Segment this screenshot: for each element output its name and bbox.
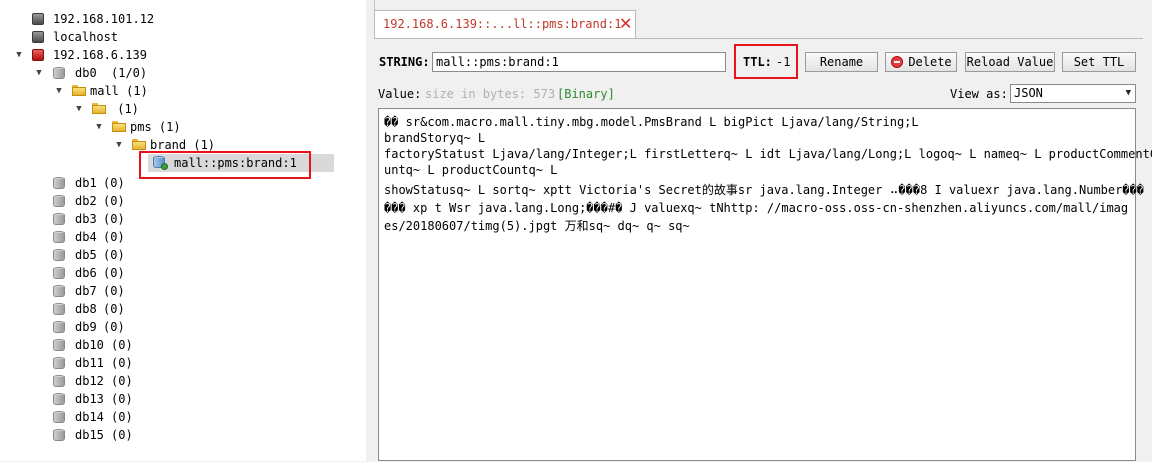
db-label: db15 [75, 428, 104, 442]
db-count: (0) [103, 194, 125, 208]
chevron-down-icon[interactable]: ▼ [114, 136, 124, 154]
db-label: db3 [75, 212, 97, 226]
db-count: (0) [111, 356, 133, 370]
db-label: db10 [75, 338, 104, 352]
set-ttl-button[interactable]: Set TTL [1062, 52, 1136, 72]
reload-value-button[interactable]: Reload Value [965, 52, 1055, 72]
value-line: ��� xp t Wsr java.lang.Long;���#� J valu… [384, 201, 1129, 215]
db-label: db4 [75, 230, 97, 244]
db-label: db1 [75, 176, 97, 190]
db-label: db11 [75, 356, 104, 370]
value-line: showStatusq~ L sortq~ xptt Victoria's Se… [384, 183, 1145, 197]
key-type-label: STRING: [379, 55, 430, 69]
database-icon [53, 339, 65, 351]
database-icon [53, 267, 65, 279]
db-label: db12 [75, 374, 104, 388]
chevron-down-icon[interactable]: ▼ [54, 82, 64, 100]
db-label: db7 [75, 284, 97, 298]
close-icon[interactable]: ✕ [619, 16, 635, 32]
db-label: db5 [75, 248, 97, 262]
db-count: (0) [111, 392, 133, 406]
db-label: db2 [75, 194, 97, 208]
db-count: (0) [103, 176, 125, 190]
value-line: brandStoryq~ L [384, 131, 486, 145]
db-count: (0) [103, 230, 125, 244]
database-icon [53, 177, 65, 189]
delete-button[interactable]: Delete [885, 52, 957, 72]
folder-icon [132, 139, 146, 150]
chevron-down-icon[interactable]: ▼ [34, 64, 44, 82]
db-count: (0) [103, 284, 125, 298]
database-icon [53, 67, 65, 79]
view-as-select[interactable]: JSON ▼ [1010, 84, 1136, 103]
db-count: (0) [111, 374, 133, 388]
view-as-value: JSON [1014, 86, 1043, 100]
database-icon [53, 429, 65, 441]
server-icon [32, 31, 44, 43]
database-icon [53, 303, 65, 315]
db-count: (0) [111, 428, 133, 442]
chevron-down-icon[interactable]: ▼ [14, 46, 24, 64]
tab-label: 192.168.6.139::...ll::pms:brand:1 [383, 17, 622, 31]
db-count: (1/0) [111, 66, 148, 80]
chevron-down-icon[interactable]: ▼ [74, 100, 84, 118]
db-count: (0) [103, 302, 125, 316]
db-label: db9 [75, 320, 97, 334]
db-label: db6 [75, 266, 97, 280]
db-label: db14 [75, 410, 104, 424]
value-line: es/20180607/timg(5).jpgt 万和sq~ dq~ q~ sq… [384, 219, 690, 233]
value-line: untq~ L productCountq~ L [384, 163, 558, 177]
db-label: db0 [75, 66, 97, 80]
db-count: (0) [103, 248, 125, 262]
db-count: (0) [103, 266, 125, 280]
server-icon [32, 49, 44, 61]
node-label: mall (1) [90, 84, 148, 98]
delete-icon [891, 56, 903, 68]
value-label: Value: [378, 87, 422, 101]
db-label: db8 [75, 302, 97, 316]
value-line: �� sr&com.macro.mall.tiny.mbg.model.PmsB… [384, 115, 919, 129]
folder-icon [112, 121, 126, 132]
node-label: pms (1) [130, 120, 181, 134]
binary-tag: [Binary] [557, 87, 615, 101]
tree-server-label: localhost [53, 30, 119, 44]
highlight-box-key [139, 151, 311, 179]
rename-button[interactable]: Rename [805, 52, 878, 72]
view-as-label: View as: [950, 87, 1008, 101]
database-icon [53, 357, 65, 369]
connection-tree: 192.168.101.12 localhost ▼ 192.168.6.139… [0, 0, 367, 461]
db-count: (0) [111, 338, 133, 352]
database-icon [53, 195, 65, 207]
tree-server-label: 192.168.101.12 [53, 12, 155, 26]
tab-key-view[interactable]: 192.168.6.139::...ll::pms:brand:1 ✕ [374, 10, 636, 38]
database-icon [53, 249, 65, 261]
node-label: (1) [110, 102, 139, 116]
chevron-down-icon[interactable]: ▼ [94, 118, 104, 136]
value-line: factoryStatust Ljava/lang/Integer;L firs… [384, 147, 1152, 161]
database-icon [53, 321, 65, 333]
db-count: (0) [103, 212, 125, 226]
key-name-input[interactable] [432, 52, 726, 72]
db-label: db13 [75, 392, 104, 406]
value-size-hint: size in bytes: 573 [425, 87, 556, 101]
tab-bar: 192.168.6.139::...ll::pms:brand:1 ✕ [374, 10, 1143, 38]
tree-server-label: 192.168.6.139 [53, 48, 147, 62]
database-icon [53, 231, 65, 243]
database-icon [53, 213, 65, 225]
database-icon [53, 393, 65, 405]
server-icon [32, 13, 44, 25]
database-icon [53, 375, 65, 387]
highlight-box-ttl [734, 44, 798, 79]
chevron-down-icon: ▼ [1125, 88, 1131, 98]
db-count: (0) [103, 320, 125, 334]
folder-icon [92, 103, 106, 114]
database-icon [53, 285, 65, 297]
folder-icon [72, 85, 86, 96]
db-count: (0) [111, 410, 133, 424]
database-icon [53, 411, 65, 423]
